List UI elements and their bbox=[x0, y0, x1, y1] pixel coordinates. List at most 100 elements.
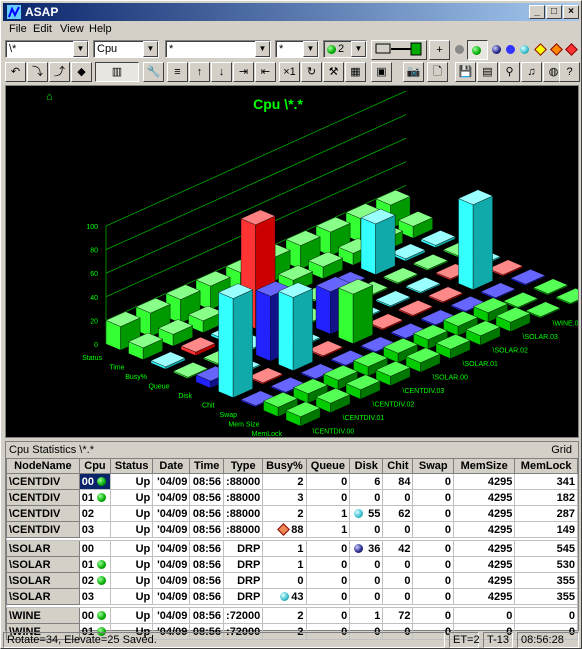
column-header[interactable]: Date bbox=[152, 458, 191, 474]
bar[interactable] bbox=[150, 351, 186, 370]
minimize-button[interactable]: _ bbox=[529, 5, 545, 19]
cyan-state-icon[interactable] bbox=[520, 45, 529, 54]
table-row[interactable]: \SOLAR 02 Up '04/09 08:56 DRP 0 0 0 0 0 4295 355 bbox=[6, 572, 578, 589]
bar[interactable] bbox=[247, 367, 284, 385]
bar[interactable] bbox=[525, 301, 561, 319]
close-button[interactable]: × bbox=[563, 5, 579, 19]
maximize-button[interactable]: □ bbox=[546, 5, 562, 19]
crosshair-icon[interactable]: + bbox=[429, 40, 450, 60]
orange-diamond-icon[interactable] bbox=[550, 43, 563, 56]
outdent-icon[interactable]: ⇤ bbox=[255, 62, 276, 82]
chevron-down-icon[interactable]: ▼ bbox=[143, 41, 158, 57]
save-icon[interactable]: 💾 bbox=[455, 62, 476, 82]
menu-file[interactable]: File bbox=[9, 23, 27, 35]
chevron-down-icon[interactable]: ▼ bbox=[351, 41, 366, 57]
elevate-icon[interactable]: ◆ bbox=[71, 62, 92, 82]
count-combo[interactable]: 2 ▼ bbox=[323, 40, 367, 58]
help-icon[interactable]: ? bbox=[559, 62, 580, 82]
bar[interactable] bbox=[397, 300, 434, 317]
bar[interactable] bbox=[375, 290, 411, 308]
cpu-3d-chart[interactable]: ⌂ Cpu \*.* 0 20 40 60 80 100 Status Time Busy% Qu… bbox=[5, 85, 582, 438]
chevron-down-icon[interactable]: ▼ bbox=[255, 41, 270, 57]
table-row[interactable]: \SOLAR 01 Up '04/09 08:56 DRP 1 0 0 0 0 4295 530 bbox=[6, 556, 578, 573]
navy-state-icon[interactable] bbox=[506, 45, 515, 54]
blue-state-icon[interactable] bbox=[492, 45, 501, 54]
bar[interactable] bbox=[427, 286, 464, 304]
rotate-left-icon[interactable]: ↶ bbox=[5, 62, 26, 82]
filter-combo[interactable]: * ▼ bbox=[165, 40, 271, 58]
bar[interactable] bbox=[390, 243, 426, 262]
binoculars-icon[interactable]: ⚲ bbox=[499, 62, 520, 82]
column-header[interactable]: MemSize bbox=[453, 458, 516, 474]
table-icon[interactable]: ▤ bbox=[477, 62, 498, 82]
bar[interactable] bbox=[457, 189, 494, 290]
yellow-diamond-icon[interactable] bbox=[534, 43, 547, 56]
sort-icon[interactable]: ≡ bbox=[167, 62, 188, 82]
bar[interactable] bbox=[532, 278, 569, 296]
entity-combo[interactable]: Cpu ▼ bbox=[93, 40, 159, 58]
column-header[interactable]: Busy% bbox=[262, 458, 307, 474]
rotate-down-icon[interactable]: ⤵ bbox=[27, 62, 48, 82]
title-bar[interactable]: ASAP _ □ × bbox=[3, 3, 579, 21]
column-header[interactable]: MemLock bbox=[514, 458, 578, 474]
column-header[interactable]: Swap bbox=[412, 458, 455, 474]
page-icon[interactable]: 🗋 bbox=[427, 62, 448, 82]
columns-icon[interactable]: ▥ bbox=[95, 62, 139, 82]
bar[interactable] bbox=[382, 267, 419, 285]
gray-state-icon[interactable] bbox=[455, 45, 464, 54]
grid-mode[interactable]: Grid bbox=[551, 444, 572, 456]
chevron-down-icon[interactable]: ▼ bbox=[73, 41, 88, 57]
wrench-icon[interactable]: 🔧 bbox=[143, 62, 164, 82]
bar[interactable] bbox=[277, 282, 314, 371]
column-header[interactable]: Disk bbox=[349, 458, 384, 474]
properties-icon[interactable]: ▣ bbox=[371, 62, 392, 82]
rotate-up-icon[interactable]: ⤴ bbox=[49, 62, 70, 82]
sort-asc-icon[interactable]: ↑ bbox=[189, 62, 210, 82]
column-header[interactable]: Status bbox=[110, 458, 154, 474]
refresh-icon[interactable]: ↻ bbox=[301, 62, 322, 82]
bar[interactable] bbox=[217, 283, 254, 398]
slider-control[interactable] bbox=[371, 40, 427, 60]
node-combo[interactable]: \* ▼ bbox=[5, 40, 89, 58]
table-row[interactable]: \SOLAR 03 Up '04/09 08:56 DRP 43 0 0 0 0 4295 355 bbox=[6, 588, 578, 605]
sound-icon[interactable]: ♫ bbox=[521, 62, 542, 82]
menu-help[interactable]: Help bbox=[89, 23, 112, 35]
column-header[interactable]: Time bbox=[189, 458, 225, 474]
table-row[interactable]: \SOLAR 00 Up '04/09 08:56 DRP 1 0 36 42 0 4295 545 bbox=[6, 540, 578, 557]
column-header[interactable]: Type bbox=[223, 458, 264, 474]
bar[interactable] bbox=[360, 208, 396, 275]
bar[interactable] bbox=[420, 230, 456, 248]
bar[interactable] bbox=[307, 340, 344, 358]
bar[interactable] bbox=[405, 277, 441, 294]
cell-queue: 1 bbox=[305, 505, 351, 522]
column-header[interactable]: NodeName bbox=[6, 458, 80, 474]
menu-view[interactable]: View bbox=[60, 23, 84, 35]
camera-icon[interactable]: 📷 bbox=[403, 62, 424, 82]
column-header[interactable]: Chit bbox=[382, 458, 414, 474]
table-row[interactable]: \CENTDIV 03 Up '04/09 08:56:88000 88 1 0 0 0 4295 1… bbox=[6, 521, 578, 538]
multiply-icon[interactable]: ×1 bbox=[279, 62, 300, 82]
extra-combo[interactable]: * ▼ bbox=[275, 40, 319, 58]
bar[interactable] bbox=[412, 254, 449, 271]
bar[interactable] bbox=[480, 282, 516, 300]
bar[interactable] bbox=[510, 269, 546, 286]
red-diamond-icon[interactable] bbox=[565, 43, 578, 56]
bar[interactable] bbox=[555, 288, 582, 305]
tools-icon[interactable]: ⚒ bbox=[323, 62, 344, 82]
column-header[interactable]: Queue bbox=[305, 458, 351, 474]
grid-icon[interactable]: ▦ bbox=[345, 62, 366, 82]
menu-edit[interactable]: Edit bbox=[33, 23, 52, 35]
table-row[interactable]: \CENTDIV 02 Up '04/09 08:56:88000 2 1 55 62 0 429… bbox=[6, 505, 578, 522]
indent-icon[interactable]: ⇥ bbox=[233, 62, 254, 82]
bar[interactable] bbox=[487, 259, 524, 277]
green-state-icon[interactable] bbox=[467, 40, 488, 60]
table-row[interactable]: \WINE 00 Up '04/09 08:56:72000 2 0 1 72 0 0 0 bbox=[6, 607, 578, 624]
bar[interactable] bbox=[502, 292, 539, 309]
sort-desc-icon[interactable]: ↓ bbox=[211, 62, 232, 82]
table-row[interactable]: \CENTDIV 00 Up '04/09 08:56:88000 2 0 6 84 0 4295… bbox=[6, 473, 578, 490]
table-row[interactable]: \CENTDIV 01 Up '04/09 08:56:88000 3 0 0 0 0 4295 1… bbox=[6, 489, 578, 506]
bar[interactable] bbox=[337, 278, 374, 344]
column-header[interactable]: Cpu bbox=[78, 458, 112, 474]
bar[interactable] bbox=[367, 313, 404, 331]
chevron-down-icon[interactable]: ▼ bbox=[303, 41, 318, 57]
